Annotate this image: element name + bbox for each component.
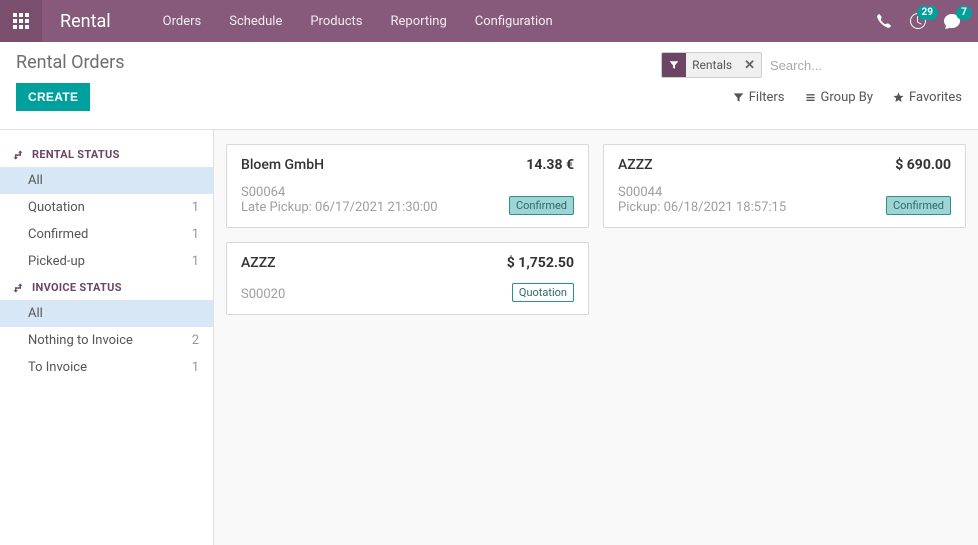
messages-badge: 7 bbox=[956, 6, 972, 20]
card-order-number: S00064 bbox=[241, 185, 438, 200]
activity-button[interactable]: 29 bbox=[910, 13, 926, 29]
filter-item[interactable]: To Invoice 1 bbox=[0, 354, 213, 381]
filter-item[interactable]: All bbox=[0, 300, 213, 327]
card-customer: Bloem GmbH bbox=[241, 157, 324, 173]
apps-icon bbox=[13, 13, 29, 29]
phone-button[interactable] bbox=[876, 13, 892, 29]
facet-label: Rentals bbox=[686, 53, 738, 77]
filter-count: 1 bbox=[192, 254, 199, 269]
filter-label: Nothing to Invoice bbox=[28, 333, 133, 348]
filter-label: Confirmed bbox=[28, 227, 88, 242]
filter-group-header[interactable]: INVOICE STATUS bbox=[0, 275, 213, 300]
search-tools: Filters Group By Favorites bbox=[733, 90, 962, 105]
apps-button[interactable] bbox=[0, 0, 42, 42]
search-facet: Rentals ✕ bbox=[661, 52, 762, 78]
status-badge: Confirmed bbox=[509, 196, 574, 215]
status-badge: Confirmed bbox=[886, 196, 951, 215]
card-order-number: S00044 bbox=[618, 185, 786, 200]
filter-group-header[interactable]: RENTAL STATUS bbox=[0, 142, 213, 167]
filter-count: 1 bbox=[192, 360, 199, 375]
card-amount: 14.38 € bbox=[526, 157, 574, 173]
card-customer: AZZZ bbox=[241, 255, 276, 271]
card-amount: $ 1,752.50 bbox=[507, 255, 574, 271]
filter-item[interactable]: Quotation 1 bbox=[0, 194, 213, 221]
facet-remove[interactable]: ✕ bbox=[738, 53, 761, 77]
order-card[interactable]: AZZZ $ 1,752.50 S00020 Quotation bbox=[226, 242, 589, 315]
kanban-content: Bloem GmbH 14.38 € S00064Late Pickup: 06/1… bbox=[214, 130, 978, 545]
filters-button[interactable]: Filters bbox=[733, 90, 785, 105]
filter-count: 1 bbox=[192, 227, 199, 242]
filter-label: Quotation bbox=[28, 200, 85, 215]
sidebar: RENTAL STATUSAllQuotation1Confirmed1Pick… bbox=[0, 130, 214, 545]
kanban-column: Bloem GmbH 14.38 € S00064Late Pickup: 06/1… bbox=[226, 144, 589, 315]
search-input[interactable] bbox=[762, 53, 962, 78]
filter-label: All bbox=[28, 173, 43, 188]
groupby-button[interactable]: Group By bbox=[805, 90, 874, 105]
star-icon bbox=[893, 92, 904, 103]
filter-label: All bbox=[28, 306, 43, 321]
card-order-number: S00020 bbox=[241, 287, 285, 302]
create-button[interactable]: CREATE bbox=[16, 83, 90, 111]
kanban-column: AZZZ $ 690.00 S00044Pickup: 06/18/2021 18:… bbox=[603, 144, 966, 228]
top-nav: Rental Orders Schedule Products Reportin… bbox=[0, 0, 978, 42]
list-icon bbox=[805, 92, 816, 103]
phone-icon bbox=[876, 13, 892, 29]
retweet-icon bbox=[12, 282, 24, 294]
filter-count: 1 bbox=[192, 200, 199, 215]
card-customer: AZZZ bbox=[618, 157, 653, 173]
control-panel: Rental Orders CREATE Rentals ✕ Filters G… bbox=[0, 42, 978, 130]
filter-item[interactable]: All bbox=[0, 167, 213, 194]
brand-title[interactable]: Rental bbox=[42, 11, 131, 32]
favorites-button[interactable]: Favorites bbox=[893, 90, 962, 105]
menu-configuration[interactable]: Configuration bbox=[463, 2, 565, 41]
order-card[interactable]: AZZZ $ 690.00 S00044Pickup: 06/18/2021 18:… bbox=[603, 144, 966, 228]
filter-item[interactable]: Picked-up 1 bbox=[0, 248, 213, 275]
breadcrumb: Rental Orders bbox=[16, 52, 125, 73]
filter-item[interactable]: Confirmed 1 bbox=[0, 221, 213, 248]
filter-count: 2 bbox=[192, 333, 199, 348]
card-date: Late Pickup: 06/17/2021 21:30:00 bbox=[241, 200, 438, 215]
menu-schedule[interactable]: Schedule bbox=[217, 2, 294, 41]
filter-item[interactable]: Nothing to Invoice 2 bbox=[0, 327, 213, 354]
funnel-icon bbox=[733, 92, 744, 103]
menu-orders[interactable]: Orders bbox=[151, 2, 214, 41]
card-amount: $ 690.00 bbox=[895, 157, 951, 173]
menu-products[interactable]: Products bbox=[298, 2, 374, 41]
nav-right: 29 7 bbox=[876, 13, 978, 29]
search-bar: Rentals ✕ bbox=[661, 52, 962, 78]
facet-filter-icon bbox=[662, 53, 686, 77]
card-date: Pickup: 06/18/2021 18:57:15 bbox=[618, 200, 786, 215]
menu-reporting[interactable]: Reporting bbox=[379, 2, 459, 41]
activity-badge: 29 bbox=[917, 6, 938, 20]
main-menu: Orders Schedule Products Reporting Confi… bbox=[151, 2, 565, 41]
order-card[interactable]: Bloem GmbH 14.38 € S00064Late Pickup: 06/1… bbox=[226, 144, 589, 228]
filter-label: To Invoice bbox=[28, 360, 87, 375]
messages-button[interactable]: 7 bbox=[944, 13, 960, 29]
retweet-icon bbox=[12, 149, 24, 161]
status-badge: Quotation bbox=[512, 283, 574, 302]
filter-label: Picked-up bbox=[28, 254, 85, 269]
